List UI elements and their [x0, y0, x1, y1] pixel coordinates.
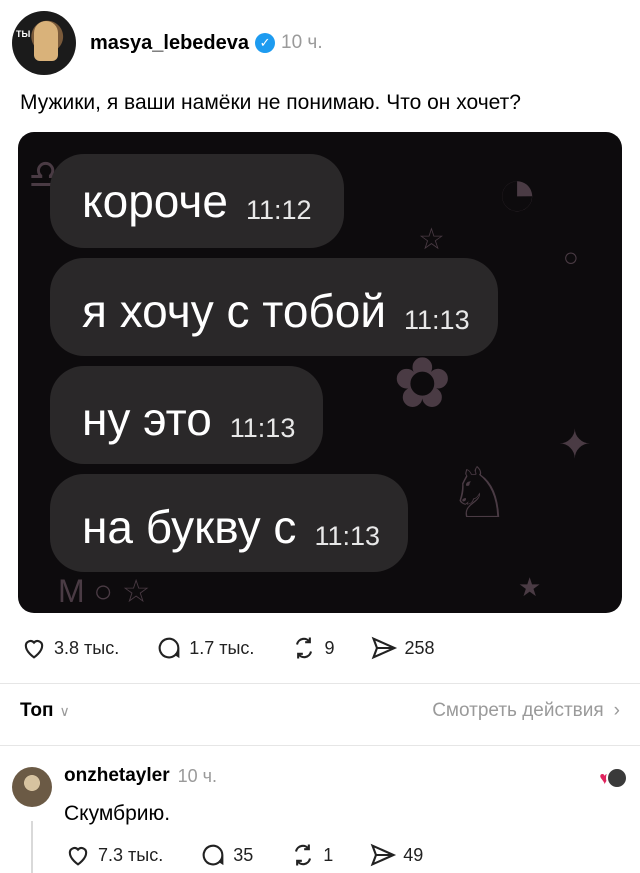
comment-icon — [202, 844, 224, 866]
avatar-tag: ТЫ — [16, 29, 31, 39]
post-text: Мужики, я ваши намёки не понимаю. Что он… — [20, 91, 521, 114]
message-text: я хочу с тобой — [82, 285, 387, 337]
divider — [0, 745, 640, 746]
message-time: 11:13 — [314, 521, 380, 551]
message-text: короче — [82, 175, 228, 227]
like-count: 3.8 тыс. — [54, 637, 120, 658]
post-header: ТЫ masya_lebedeva ✓ 10 ч. — [12, 10, 323, 76]
post-image[interactable]: ♎ ◔ ☆ ○ ✿ ✦ ♘ ★ M ○ ☆ короче 11:12 я хоч… — [18, 132, 622, 613]
repost-count: 9 — [324, 637, 335, 658]
comment-time: 10 ч. — [177, 765, 217, 786]
sort-dropdown[interactable]: Топ ∨ — [20, 700, 70, 722]
message-bubble: на букву с 11:13 — [50, 474, 408, 572]
heart-icon — [68, 847, 88, 866]
view-actions-label: Смотреть действия — [432, 700, 604, 721]
message-bubble: я хочу с тобой 11:13 — [50, 258, 498, 356]
comment-header: onzhetayler 10 ч. — [64, 765, 217, 787]
divider — [0, 683, 640, 684]
star-doodle: ★ — [518, 572, 542, 602]
sort-label: Топ — [20, 700, 54, 721]
message-time: 11:13 — [404, 305, 470, 335]
unicorn-doodle: ♘ — [448, 454, 511, 532]
share-count: 258 — [404, 637, 435, 658]
like-count: 7.3 тыс. — [98, 844, 164, 865]
author-mini-avatar — [606, 767, 628, 789]
avatar-figure — [34, 21, 58, 61]
author-username[interactable]: masya_lebedeva — [90, 32, 249, 55]
repost-icon — [295, 844, 312, 866]
send-icon — [370, 843, 397, 867]
comment-count: 35 — [233, 844, 254, 865]
shell-doodle: ◔ — [496, 153, 539, 231]
verified-icon: ✓ — [255, 33, 276, 53]
comment-actions: 7.3 тыс. 35 1 49 — [64, 841, 459, 869]
comment-reply-button[interactable]: 35 — [199, 841, 253, 869]
send-icon — [372, 636, 398, 660]
comment-repost-button[interactable]: 1 — [289, 841, 333, 869]
sort-row: Топ ∨ Смотреть действия › — [20, 700, 620, 722]
chevron-down-icon: ∨ — [59, 702, 70, 719]
chevron-right-icon: › — [613, 700, 620, 721]
message-time: 11:13 — [229, 413, 296, 443]
comment-count: 1.7 тыс. — [189, 637, 255, 658]
author-avatar[interactable]: ТЫ — [12, 11, 76, 75]
thread-line — [31, 821, 33, 873]
repost-icon — [296, 637, 313, 659]
repost-button[interactable]: 9 — [290, 634, 334, 662]
comment-button[interactable]: 1.7 тыс. — [155, 634, 254, 662]
comment-share-button[interactable]: 49 — [369, 841, 423, 869]
post-actions: 3.8 тыс. 1.7 тыс. 9 258 — [20, 634, 471, 662]
repost-count: 1 — [323, 844, 334, 865]
view-actions-link[interactable]: Смотреть действия › — [432, 700, 620, 722]
like-button[interactable]: 3.8 тыс. — [20, 634, 119, 662]
comment-username[interactable]: onzhetayler — [64, 765, 170, 787]
message-text: на букву с — [82, 501, 297, 553]
star-doodle: ☆ — [418, 223, 445, 256]
comment-icon — [158, 637, 180, 659]
comment-like-button[interactable]: 7.3 тыс. — [64, 841, 163, 869]
author-liked-badge: ♥ — [599, 767, 628, 789]
letters-doodle: M ○ ☆ — [58, 573, 151, 609]
post-time: 10 ч. — [281, 32, 323, 53]
message-bubble: короче 11:12 — [50, 154, 344, 248]
message-time: 11:12 — [245, 195, 312, 225]
comment-text: Скумбрию. — [64, 802, 171, 825]
message-bubble: ну это 11:13 — [50, 366, 324, 464]
post-meta: masya_lebedeva ✓ 10 ч. — [90, 32, 323, 55]
message-text: ну это — [82, 393, 212, 445]
circle-doodle: ○ — [563, 242, 579, 272]
heart-icon — [24, 640, 44, 659]
comment-avatar[interactable] — [12, 767, 52, 807]
sparkle-doodle: ✦ — [558, 423, 592, 467]
share-button[interactable]: 258 — [370, 634, 435, 662]
share-count: 49 — [403, 844, 424, 865]
